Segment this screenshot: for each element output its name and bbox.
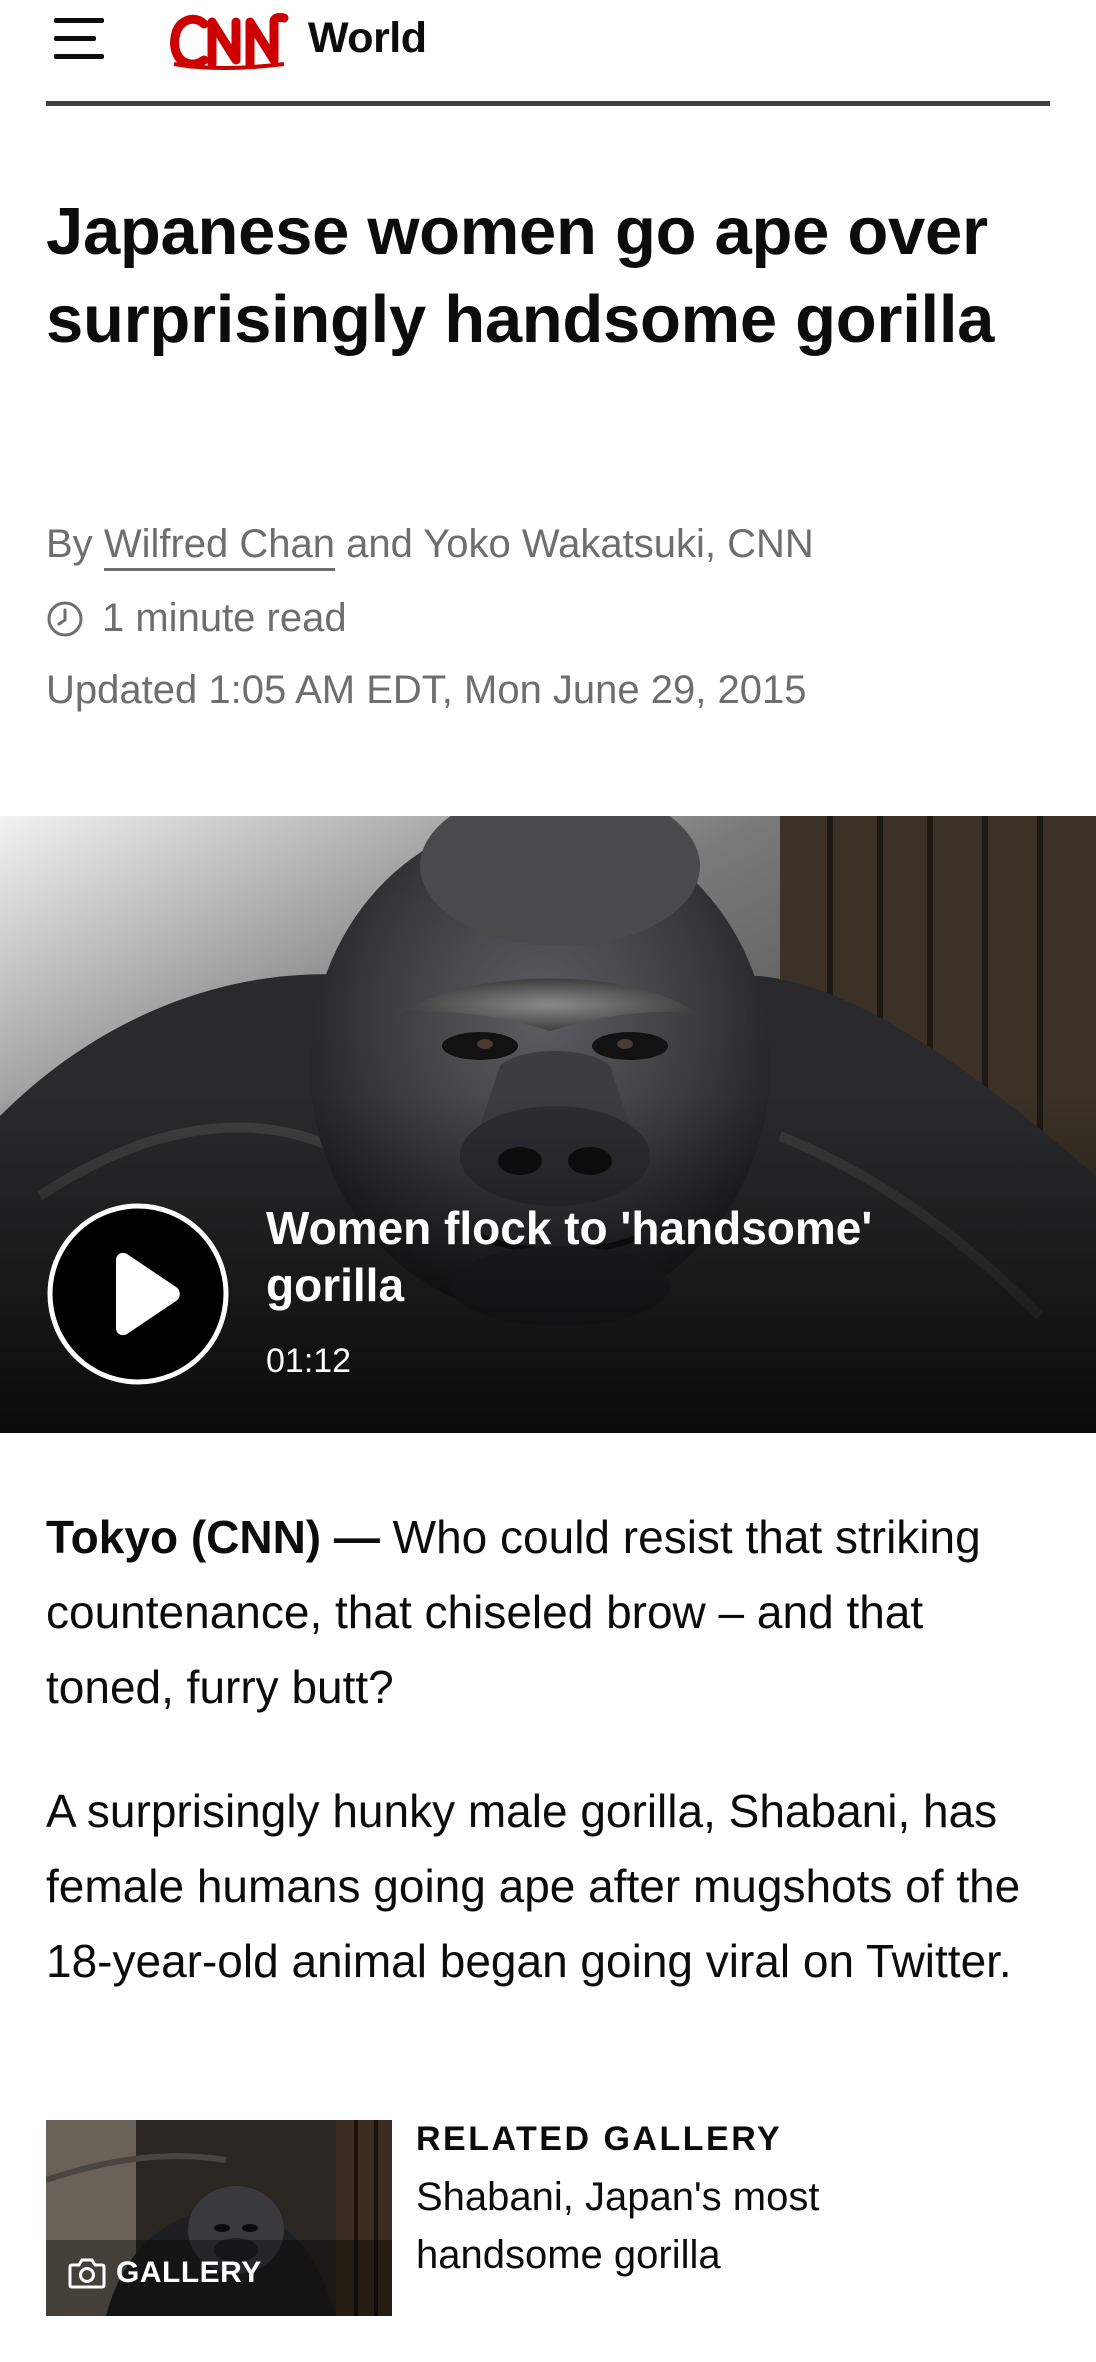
cnn-logo[interactable]: [160, 6, 296, 76]
byline-prefix: By: [46, 522, 93, 566]
menu-line: [54, 36, 96, 41]
updated-timestamp: Updated 1:05 AM EDT, Mon June 29, 2015: [46, 668, 807, 712]
gallery-badge-text: GALLERY: [116, 2256, 262, 2289]
article-paragraph-2: A surprisingly hunky male gorilla, Shaba…: [46, 1785, 1021, 1987]
video-title[interactable]: Women flock to 'handsome' gorilla: [266, 1200, 966, 1314]
byline: By Wilfred Chan and Yoko Wakatsuki, CNN: [46, 522, 814, 571]
article-paragraph-1: Tokyo (CNN) — Who could resist that stri…: [46, 1500, 1056, 1725]
related-gallery-title[interactable]: Shabani, Japan's most handsome gorilla: [416, 2168, 876, 2284]
related-gallery-thumbnail[interactable]: GALLERY: [46, 2120, 392, 2316]
related-gallery-kicker: RELATED GALLERY: [416, 2120, 783, 2158]
video-player[interactable]: Women flock to 'handsome' gorilla 01:12: [0, 816, 1096, 1433]
camera-icon: [68, 2258, 106, 2289]
read-time-text: 1 minute read: [102, 596, 347, 640]
play-button[interactable]: [46, 1202, 230, 1386]
menu-line: [54, 54, 104, 59]
play-icon: [47, 1203, 229, 1385]
related-gallery-card[interactable]: GALLERY RELATED GALLERY Shabani, Japan's…: [46, 2120, 1050, 2316]
article-headline: Japanese women go ape over surprisingly …: [46, 194, 995, 357]
section-title[interactable]: World: [308, 14, 427, 63]
read-time: 1 minute read: [46, 596, 347, 641]
clock-icon: [47, 601, 83, 636]
hamburger-menu-button[interactable]: [50, 14, 108, 64]
gallery-badge: GALLERY: [68, 2256, 262, 2290]
byline-rest: and Yoko Wakatsuki, CNN: [346, 522, 814, 566]
menu-line: [54, 18, 104, 23]
dateline: Tokyo (CNN) —: [46, 1511, 380, 1563]
site-header: World: [46, 0, 1050, 106]
author-link[interactable]: Wilfred Chan: [103, 522, 336, 571]
video-duration: 01:12: [266, 1342, 352, 1380]
cnn-logo-icon: [170, 13, 289, 70]
